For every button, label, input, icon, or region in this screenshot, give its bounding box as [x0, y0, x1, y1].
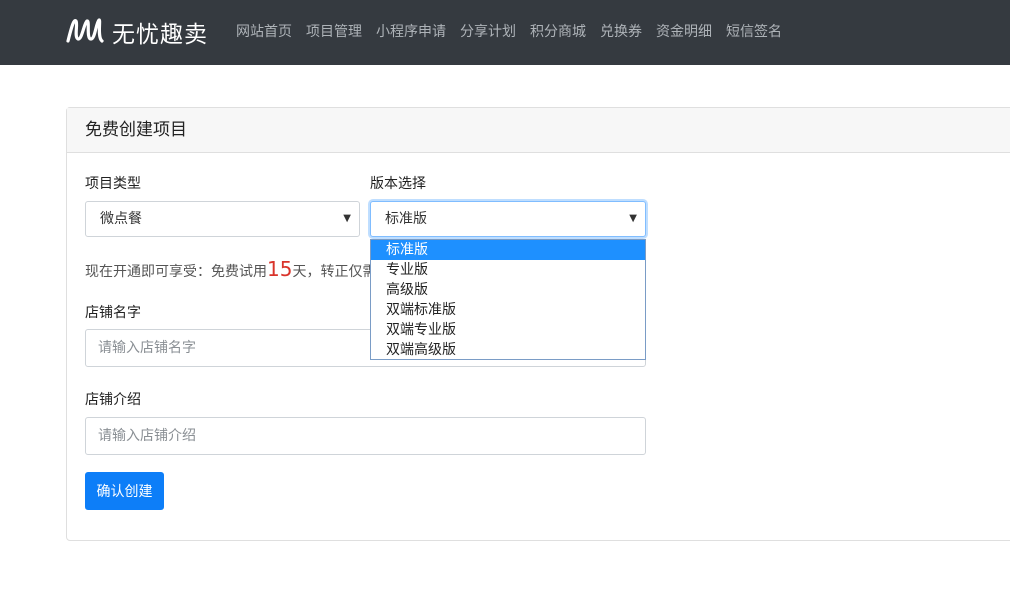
nav-link-sms-signature[interactable]: 短信签名: [726, 22, 782, 42]
shop-intro-label: 店铺介绍: [85, 392, 141, 408]
version-option[interactable]: 双端专业版: [371, 320, 645, 340]
confirm-create-button[interactable]: 确认创建: [85, 472, 164, 510]
caret-down-icon: ▼: [343, 213, 351, 224]
shop-name-label: 店铺名字: [85, 305, 141, 321]
promo-text: 现在开通即可享受：免费试用15天，转正仅需: [85, 257, 376, 281]
brand-name: 无忧趣卖: [112, 22, 208, 48]
version-dropdown-list: 标准版 专业版 高级版 双端标准版 双端专业版 双端高级版: [370, 239, 646, 360]
card-title: 免费创建项目: [67, 108, 1010, 153]
version-value: 标准版: [385, 211, 427, 227]
version-option[interactable]: 双端高级版: [371, 340, 645, 360]
nav-link-miniprogram[interactable]: 小程序申请: [376, 22, 446, 42]
promo-suffix: 天，转正仅需: [292, 264, 377, 280]
nav-link-projects[interactable]: 项目管理: [306, 22, 362, 42]
version-option[interactable]: 高级版: [371, 280, 645, 300]
nav-link-funds[interactable]: 资金明细: [656, 22, 712, 42]
brand-logo[interactable]: 无忧趣卖: [64, 14, 208, 50]
version-label: 版本选择: [370, 176, 426, 192]
version-option[interactable]: 标准版: [371, 240, 645, 260]
top-navbar: 无忧趣卖 网站首页 项目管理 小程序申请 分享计划 积分商城 兑换券 资金明细 …: [0, 0, 1010, 65]
promo-prefix: 现在开通即可享受：免费试用: [85, 264, 267, 280]
version-option[interactable]: 专业版: [371, 260, 645, 280]
shop-intro-input[interactable]: [85, 417, 646, 455]
project-type-label: 项目类型: [85, 176, 141, 192]
caret-down-icon: ▼: [629, 213, 637, 224]
logo-icon: [66, 18, 104, 43]
project-type-value: 微点餐: [100, 211, 142, 227]
nav-link-points-mall[interactable]: 积分商城: [530, 22, 586, 42]
project-type-select[interactable]: 微点餐 ▼: [85, 201, 360, 237]
version-select[interactable]: 标准版 ▼: [370, 201, 646, 237]
trial-days: 15: [267, 257, 293, 281]
nav-link-home[interactable]: 网站首页: [236, 22, 292, 42]
version-option[interactable]: 双端标准版: [371, 300, 645, 320]
nav-menu: 网站首页 项目管理 小程序申请 分享计划 积分商城 兑换券 资金明细 短信签名: [236, 22, 796, 42]
nav-link-share-plan[interactable]: 分享计划: [460, 22, 516, 42]
nav-link-coupons[interactable]: 兑换券: [600, 22, 642, 42]
